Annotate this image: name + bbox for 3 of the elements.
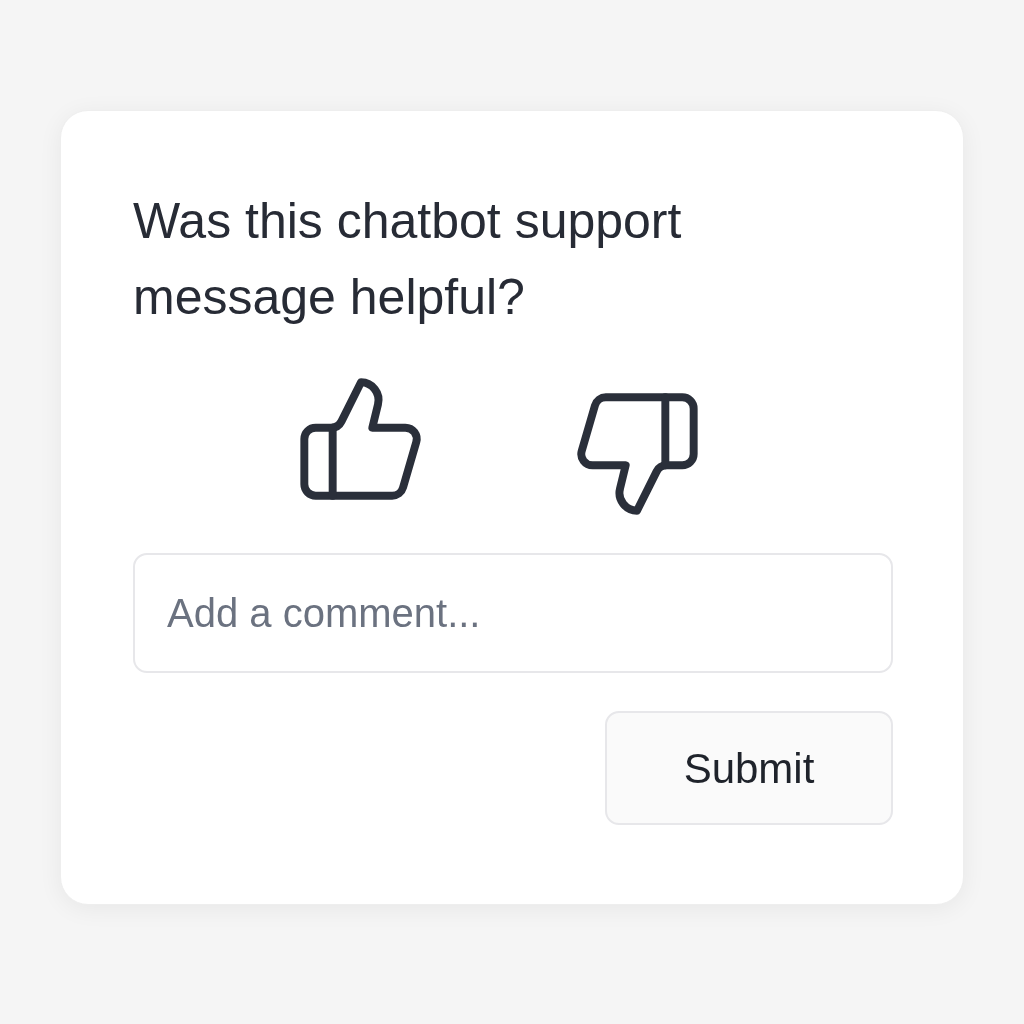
question-text: Was this chatbot support message helpful? — [133, 192, 683, 327]
submit-button[interactable]: Submit — [605, 711, 893, 825]
comment-field[interactable]: Add a comment... — [133, 553, 893, 673]
